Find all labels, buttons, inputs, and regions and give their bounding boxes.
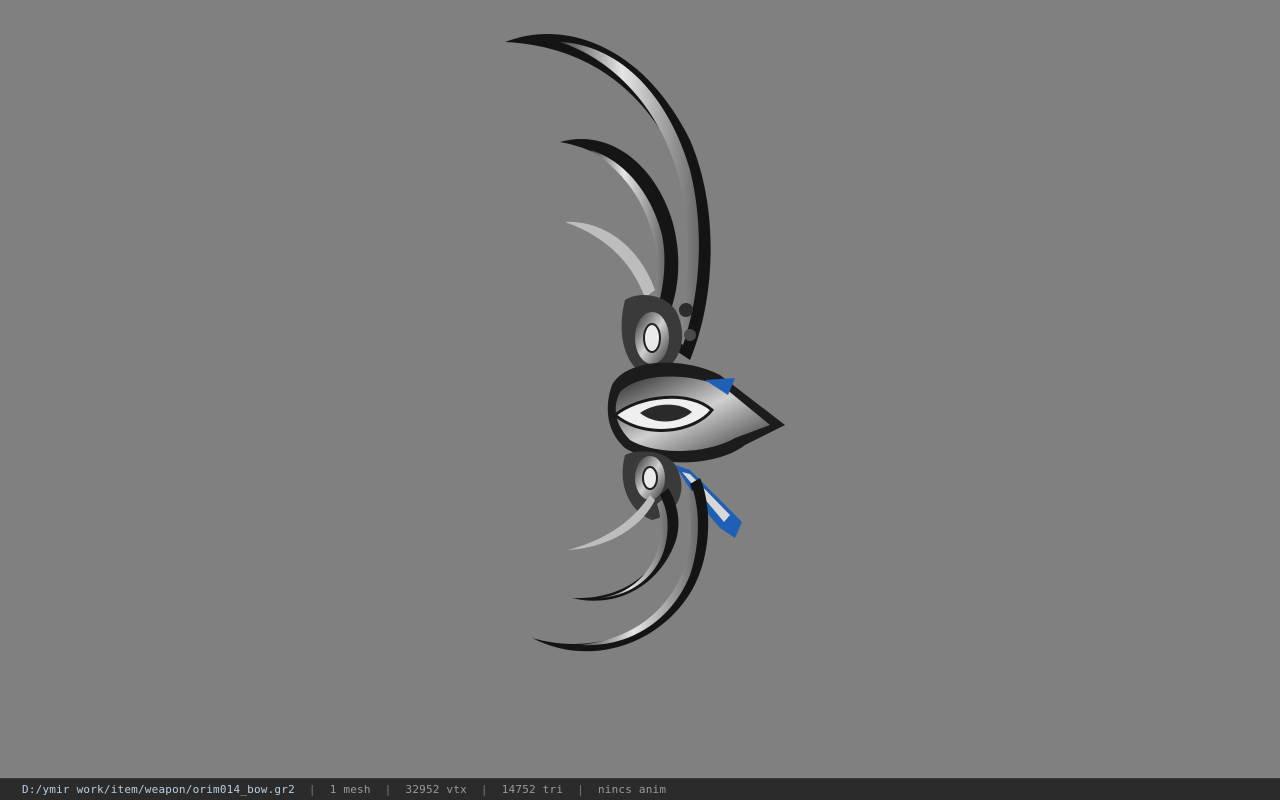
bow-model-render[interactable]	[0, 0, 1280, 778]
blue-accent-piece	[675, 465, 742, 538]
status-separator: |	[384, 783, 392, 796]
animation-status-label: nincs anim	[597, 783, 667, 796]
status-bar: D:/ymir work/item/weapon/orim014_bow.gr2…	[0, 778, 1280, 800]
file-path-label: D:/ymir work/item/weapon/orim014_bow.gr2	[22, 783, 295, 796]
status-separator: |	[480, 783, 488, 796]
mesh-count-label: 1 mesh	[329, 783, 371, 796]
upper-limb-inner	[565, 221, 655, 298]
vertex-count-label: 32952 vtx	[405, 783, 467, 796]
status-separator: |	[308, 783, 316, 796]
3d-viewport[interactable]	[0, 0, 1280, 778]
triangle-count-label: 14752 tri	[501, 783, 564, 796]
status-separator: |	[577, 783, 584, 796]
lower-limb-outer	[532, 478, 709, 652]
bow-grip	[607, 362, 785, 463]
